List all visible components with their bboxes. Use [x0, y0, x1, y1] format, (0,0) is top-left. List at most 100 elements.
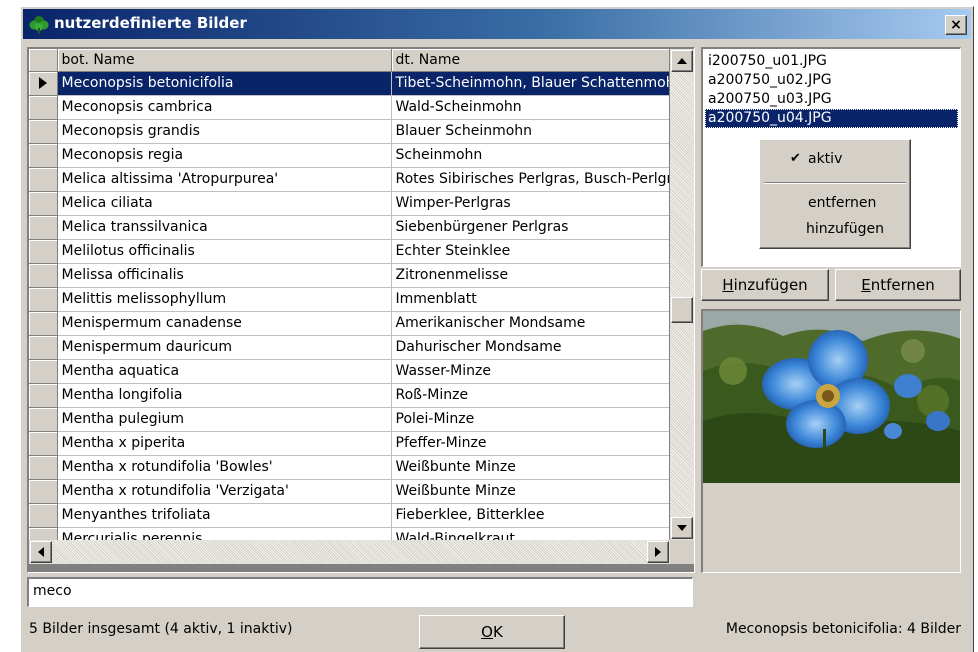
cell-bot-name[interactable]: Melica transsilvanica	[57, 215, 392, 240]
cell-bot-name[interactable]: Menispermum dauricum	[57, 335, 392, 360]
cell-dt-name[interactable]: Tibet-Scheinmohn, Blauer Schattenmohn	[391, 71, 669, 96]
row-indicator[interactable]	[29, 383, 58, 408]
table-row[interactable]: Mercurialis perennis Wald-Bingelkraut	[29, 527, 669, 540]
vertical-scroll-thumb[interactable]	[671, 297, 693, 323]
row-indicator[interactable]	[29, 263, 58, 288]
row-indicator[interactable]	[29, 287, 58, 312]
row-indicator[interactable]	[29, 479, 58, 504]
cell-bot-name[interactable]: Meconopsis grandis	[57, 119, 392, 144]
cell-dt-name[interactable]: Pfeffer-Minze	[391, 431, 669, 456]
cell-bot-name[interactable]: Melissa officinalis	[57, 263, 392, 288]
cell-bot-name[interactable]: Mentha x rotundifolia 'Bowles'	[57, 455, 392, 480]
cell-dt-name[interactable]: Weißbunte Minze	[391, 479, 669, 504]
row-indicator[interactable]	[29, 503, 58, 528]
remove-image-button[interactable]: Entfernen	[835, 269, 961, 301]
row-indicator[interactable]	[29, 71, 58, 96]
cell-bot-name[interactable]: Melica altissima 'Atropurpurea'	[57, 167, 392, 192]
cell-bot-name[interactable]: Menispermum canadense	[57, 311, 392, 336]
scroll-down-button[interactable]	[671, 517, 693, 539]
cell-dt-name[interactable]: Wald-Bingelkraut	[391, 527, 669, 540]
table-row[interactable]: Melica altissima 'Atropurpurea' Rotes Sib…	[29, 167, 669, 192]
column-header-bot-name[interactable]: bot. Name	[57, 49, 392, 72]
cell-bot-name[interactable]: Melica ciliata	[57, 191, 392, 216]
cell-bot-name[interactable]: Melilotus officinalis	[57, 239, 392, 264]
scroll-left-button[interactable]	[30, 541, 52, 563]
table-row[interactable]: Mentha x piperita Pfeffer-Minze	[29, 431, 669, 456]
table-row[interactable]: Mentha x rotundifolia 'Bowles' Weißbunte …	[29, 455, 669, 480]
cell-dt-name[interactable]: Roß-Minze	[391, 383, 669, 408]
cell-dt-name[interactable]: Siebenbürgener Perlgras	[391, 215, 669, 240]
table-row[interactable]: Melittis melissophyllum Immenblatt	[29, 287, 669, 312]
cell-bot-name[interactable]: Mentha pulegium	[57, 407, 392, 432]
title-bar[interactable]: nutzerdefinierte Bilder ×	[23, 9, 971, 39]
cell-dt-name[interactable]: Weißbunte Minze	[391, 455, 669, 480]
row-indicator[interactable]	[29, 359, 58, 384]
cell-dt-name[interactable]: Fieberklee, Bitterklee	[391, 503, 669, 528]
cell-bot-name[interactable]: Meconopsis cambrica	[57, 95, 392, 120]
scroll-up-button[interactable]	[671, 50, 693, 72]
menu-item-hinzufuegen[interactable]: hinzufügen	[760, 218, 910, 240]
cell-bot-name[interactable]: Mentha aquatica	[57, 359, 392, 384]
cell-bot-name[interactable]: Mentha x rotundifolia 'Verzigata'	[57, 479, 392, 504]
cell-bot-name[interactable]: Meconopsis regia	[57, 143, 392, 168]
row-indicator[interactable]	[29, 119, 58, 144]
cell-dt-name[interactable]: Immenblatt	[391, 287, 669, 312]
row-indicator[interactable]	[29, 455, 58, 480]
table-row[interactable]: Meconopsis cambrica Wald-Scheinmohn	[29, 95, 669, 120]
cell-dt-name[interactable]: Zitronenmelisse	[391, 263, 669, 288]
table-row[interactable]: Mentha longifolia Roß-Minze	[29, 383, 669, 408]
table-row[interactable]: Meconopsis betonicifolia Tibet-Scheinmohn…	[29, 71, 669, 96]
table-row[interactable]: Melica transsilvanica Siebenbürgener Perl…	[29, 215, 669, 240]
row-indicator[interactable]	[29, 191, 58, 216]
plant-grid[interactable]: bot. Name dt. Name Meconopsis betonicifo…	[27, 47, 695, 573]
table-row[interactable]: Menispermum canadense Amerikanischer Mond…	[29, 311, 669, 336]
cell-dt-name[interactable]: Echter Steinklee	[391, 239, 669, 264]
table-row[interactable]: Mentha aquatica Wasser-Minze	[29, 359, 669, 384]
row-indicator[interactable]	[29, 407, 58, 432]
table-row[interactable]: Mentha x rotundifolia 'Verzigata' Weißbun…	[29, 479, 669, 504]
row-indicator[interactable]	[29, 239, 58, 264]
table-row[interactable]: Meconopsis grandis Blauer Scheinmohn	[29, 119, 669, 144]
file-item-selected[interactable]: a200750_u04.JPG	[705, 109, 958, 128]
table-row[interactable]: Melissa officinalis Zitronenmelisse	[29, 263, 669, 288]
cell-dt-name[interactable]: Polei-Minze	[391, 407, 669, 432]
column-header-dt-name[interactable]: dt. Name	[391, 49, 669, 72]
cell-dt-name[interactable]: Amerikanischer Mondsame	[391, 311, 669, 336]
cell-bot-name[interactable]: Mentha longifolia	[57, 383, 392, 408]
row-indicator[interactable]	[29, 335, 58, 360]
vertical-scrollbar[interactable]	[670, 49, 694, 540]
table-row[interactable]: Menyanthes trifoliata Fieberklee, Bitterk…	[29, 503, 669, 528]
row-indicator[interactable]	[29, 143, 58, 168]
row-indicator[interactable]	[29, 95, 58, 120]
file-item[interactable]: i200750_u01.JPG	[705, 52, 958, 71]
cell-dt-name[interactable]: Dahurischer Mondsame	[391, 335, 669, 360]
row-indicator[interactable]	[29, 311, 58, 336]
row-indicator[interactable]	[29, 527, 58, 540]
table-row[interactable]: Meconopsis regia Scheinmohn	[29, 143, 669, 168]
cell-bot-name[interactable]: Mercurialis perennis	[57, 527, 392, 540]
filter-input[interactable]: meco	[27, 577, 693, 607]
add-image-button[interactable]: Hinzufügen	[701, 269, 829, 301]
table-row[interactable]: Menispermum dauricum Dahurischer Mondsame	[29, 335, 669, 360]
menu-item-entfernen[interactable]: entfernen	[760, 192, 910, 214]
file-item[interactable]: a200750_u03.JPG	[705, 90, 958, 109]
row-indicator[interactable]	[29, 215, 58, 240]
cell-bot-name[interactable]: Mentha x piperita	[57, 431, 392, 456]
close-button[interactable]: ×	[945, 15, 967, 35]
file-item[interactable]: a200750_u02.JPG	[705, 71, 958, 90]
cell-bot-name[interactable]: Menyanthes trifoliata	[57, 503, 392, 528]
cell-dt-name[interactable]: Scheinmohn	[391, 143, 669, 168]
row-indicator[interactable]	[29, 431, 58, 456]
table-row[interactable]: Melilotus officinalis Echter Steinklee	[29, 239, 669, 264]
cell-dt-name[interactable]: Wimper-Perlgras	[391, 191, 669, 216]
scroll-right-button[interactable]	[647, 541, 669, 563]
ok-button[interactable]: OK	[419, 615, 565, 649]
cell-dt-name[interactable]: Rotes Sibirisches Perlgras, Busch-Perlgr…	[391, 167, 669, 192]
cell-bot-name[interactable]: Melittis melissophyllum	[57, 287, 392, 312]
row-indicator[interactable]	[29, 167, 58, 192]
cell-dt-name[interactable]: Wasser-Minze	[391, 359, 669, 384]
cell-dt-name[interactable]: Blauer Scheinmohn	[391, 119, 669, 144]
table-row[interactable]: Melica ciliata Wimper-Perlgras	[29, 191, 669, 216]
menu-item-aktiv[interactable]: ✔ aktiv	[760, 148, 910, 170]
cell-bot-name[interactable]: Meconopsis betonicifolia	[57, 71, 392, 96]
